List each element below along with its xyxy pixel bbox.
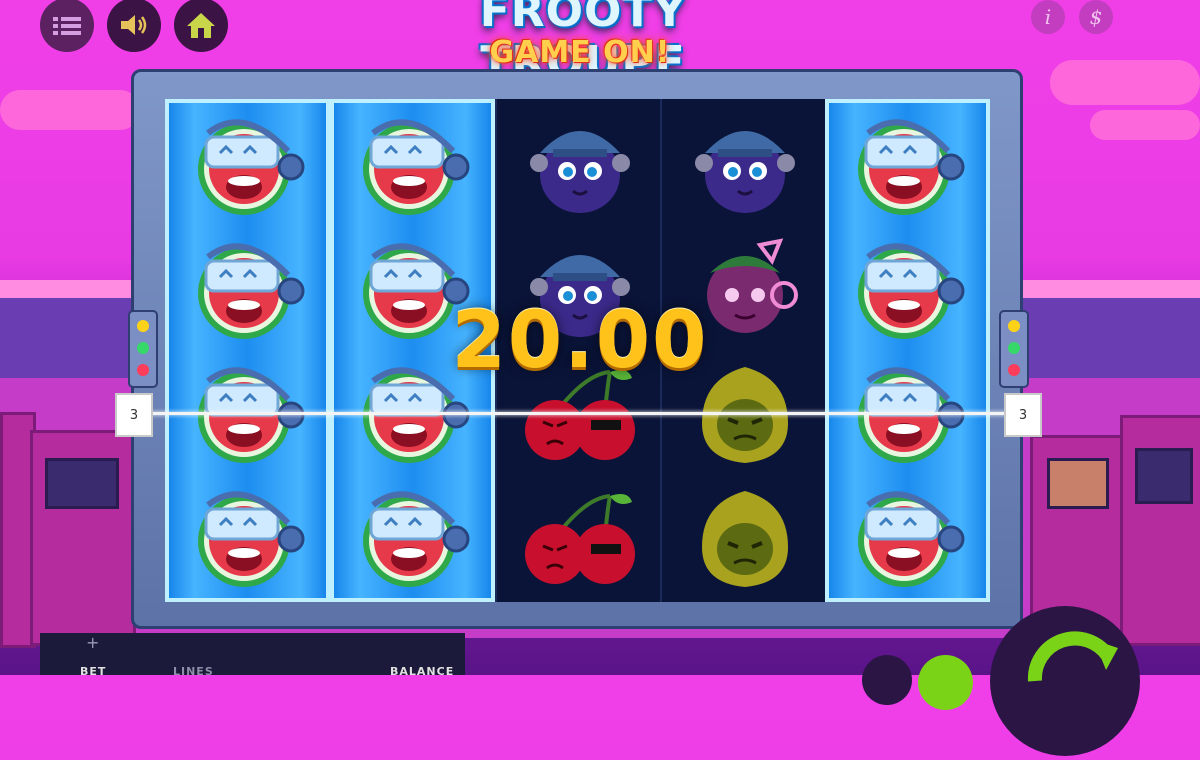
watermelon-symbol: [175, 107, 320, 225]
plum-symbol: [672, 107, 817, 225]
watermelon-symbol: [835, 231, 980, 349]
menu-button[interactable]: [40, 0, 94, 52]
sound-button[interactable]: [107, 0, 161, 52]
left-indicator-panel: [128, 310, 158, 388]
watermelon-symbol: [340, 107, 485, 225]
bottom-bar: + BET LINES BALANCE: [40, 633, 465, 678]
watermelon-symbol: [175, 479, 320, 597]
cloud: [0, 90, 140, 130]
win-amount: 20.00: [451, 296, 709, 386]
hamburger-icon: [53, 17, 81, 35]
payline-marker-left: 3: [115, 393, 153, 437]
spin-arrow-icon: [1027, 631, 1118, 682]
bet-plus-icon[interactable]: +: [86, 633, 100, 652]
watermelon-symbol: [175, 231, 320, 349]
win-line: [150, 412, 1020, 415]
home-icon: [187, 13, 215, 38]
cherry-symbol: [507, 479, 652, 597]
cloud: [1090, 110, 1200, 140]
watermelon-symbol: [340, 479, 485, 597]
reel-1: [165, 99, 330, 602]
right-indicator-panel: [999, 310, 1029, 388]
watermelon-symbol: [835, 479, 980, 597]
paytable-icon: $: [1089, 5, 1103, 29]
balance-label: BALANCE: [390, 665, 455, 678]
payline-marker-right: 3: [1004, 393, 1042, 437]
home-button[interactable]: [174, 0, 228, 52]
bet-label: BET: [80, 665, 107, 678]
speaker-icon: [121, 15, 147, 35]
lemon-symbol: [672, 479, 817, 597]
turbo-button[interactable]: [918, 655, 973, 710]
watermelon-symbol: [835, 107, 980, 225]
paytable-button[interactable]: $: [1079, 0, 1113, 34]
game-subtitle: GAME ON!: [489, 35, 671, 70]
plum-symbol: [507, 107, 652, 225]
cloud: [1050, 60, 1200, 105]
info-button[interactable]: i: [1031, 0, 1065, 34]
info-icon: i: [1044, 5, 1052, 29]
reel-5: [825, 99, 990, 602]
lines-label: LINES: [173, 665, 214, 678]
arcade-cabinet: [30, 430, 136, 646]
autoplay-button[interactable]: [862, 655, 912, 705]
spin-button[interactable]: [990, 606, 1140, 756]
